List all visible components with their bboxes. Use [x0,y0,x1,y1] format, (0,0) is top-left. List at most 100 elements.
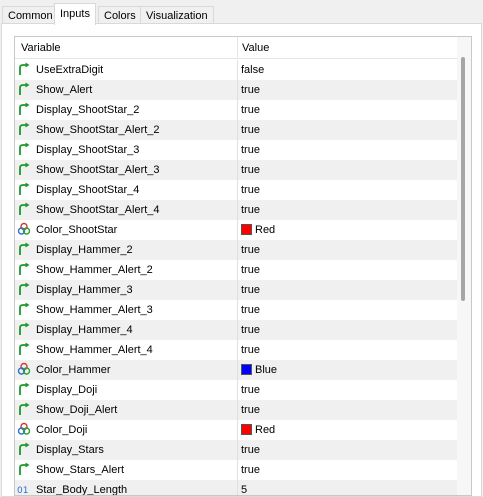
value-cell[interactable]: true [241,200,260,220]
green-arrow-icon [17,402,31,416]
table-row[interactable]: Display_Hammer_2 true [15,240,457,260]
value-cell[interactable]: false [241,60,264,80]
value-cell[interactable]: true [241,460,260,480]
value-cell[interactable]: true [241,340,260,360]
value-cell[interactable]: 5 [241,480,247,495]
value-cell[interactable]: true [241,80,260,100]
tab-colors[interactable]: Colors [98,6,142,24]
variable-cell[interactable]: Show_Hammer_Alert_2 [17,260,237,280]
variable-cell[interactable]: Display_Doji [17,380,237,400]
variable-name: Display_Hammer_4 [36,324,133,336]
value-cell[interactable]: true [241,160,260,180]
variable-name: Show_Doji_Alert [36,404,118,416]
value-text: true [241,204,260,216]
column-divider[interactable] [237,37,238,59]
variable-cell[interactable]: Color_Hammer [17,360,237,380]
value-cell[interactable]: true [241,380,260,400]
value-cell[interactable]: Red [241,220,275,240]
variable-cell[interactable]: Color_Doji [17,420,237,440]
value-cell[interactable]: true [241,180,260,200]
table-row[interactable]: Display_Stars true [15,440,457,460]
variable-cell[interactable]: Show_ShootStar_Alert_2 [17,120,237,140]
table-row[interactable]: Show_Alert true [15,80,457,100]
variable-cell[interactable]: Show_ShootStar_Alert_4 [17,200,237,220]
table-row[interactable]: UseExtraDigit false [15,60,457,80]
value-cell[interactable]: true [241,300,260,320]
variable-name: Display_Stars [36,444,104,456]
inputs-panel: Variable Value UseExtraDigit false Show_Al… [1,23,482,497]
cell-divider [237,180,238,200]
value-cell[interactable]: true [241,400,260,420]
variable-column-header[interactable]: Variable [21,42,61,54]
green-arrow-icon [17,302,31,316]
color-circles-icon [17,362,31,376]
value-cell[interactable]: true [241,240,260,260]
value-text: true [241,404,260,416]
table-row[interactable]: Show_ShootStar_Alert_4 true [15,200,457,220]
tab-common[interactable]: Common [2,6,59,24]
cell-divider [237,440,238,460]
value-cell[interactable]: true [241,320,260,340]
variable-cell[interactable]: Display_ShootStar_4 [17,180,237,200]
value-cell[interactable]: true [241,120,260,140]
variable-cell[interactable]: Color_ShootStar [17,220,237,240]
number-icon: 01 [17,482,31,495]
table-row[interactable]: Show_ShootStar_Alert_3 true [15,160,457,180]
variable-cell[interactable]: Show_ShootStar_Alert_3 [17,160,237,180]
value-cell[interactable]: true [241,140,260,160]
table-row[interactable]: Show_Hammer_Alert_3 true [15,300,457,320]
table-row[interactable]: 01 Star_Body_Length 5 [15,480,457,495]
table-row[interactable]: Display_Hammer_3 true [15,280,457,300]
scrollbar-thumb[interactable] [461,57,465,301]
variable-cell[interactable]: UseExtraDigit [17,60,237,80]
cell-divider [237,120,238,140]
value-text: true [241,324,260,336]
value-cell[interactable]: true [241,440,260,460]
vertical-scrollbar[interactable] [457,37,471,495]
table-row[interactable]: Show_Doji_Alert true [15,400,457,420]
variable-name: Show_Hammer_Alert_4 [36,344,153,356]
variable-cell[interactable]: Display_Stars [17,440,237,460]
value-text: Blue [255,364,278,376]
table-row[interactable]: Display_Hammer_4 true [15,320,457,340]
value-text: true [241,304,260,316]
tab-visualization[interactable]: Visualization [140,6,214,24]
table-row[interactable]: Show_ShootStar_Alert_2 true [15,120,457,140]
table-row[interactable]: Display_ShootStar_3 true [15,140,457,160]
table-row[interactable]: Show_Hammer_Alert_2 true [15,260,457,280]
table-row[interactable]: Display_Doji true [15,380,457,400]
variable-cell[interactable]: 01 Star_Body_Length [17,480,237,495]
grid-rows: UseExtraDigit false Show_Alert true Display_… [15,60,457,495]
green-arrow-icon [17,322,31,336]
value-column-header[interactable]: Value [242,42,269,54]
table-row[interactable]: Color_Hammer Blue [15,360,457,380]
cell-divider [237,260,238,280]
table-row[interactable]: Display_ShootStar_4 true [15,180,457,200]
variable-cell[interactable]: Display_ShootStar_2 [17,100,237,120]
table-row[interactable]: Color_Doji Red [15,420,457,440]
variable-cell[interactable]: Display_Hammer_2 [17,240,237,260]
variable-cell[interactable]: Display_Hammer_4 [17,320,237,340]
variable-cell[interactable]: Show_Doji_Alert [17,400,237,420]
variable-name: Show_Hammer_Alert_3 [36,304,153,316]
variable-cell[interactable]: Show_Hammer_Alert_3 [17,300,237,320]
value-cell[interactable]: Blue [241,360,277,380]
value-cell[interactable]: true [241,100,260,120]
variable-cell[interactable]: Show_Stars_Alert [17,460,237,480]
green-arrow-icon [17,262,31,276]
table-row[interactable]: Display_ShootStar_2 true [15,100,457,120]
variable-cell[interactable]: Show_Alert [17,80,237,100]
green-arrow-icon [17,142,31,156]
tab-inputs[interactable]: Inputs [54,3,96,25]
table-row[interactable]: Color_ShootStar Red [15,220,457,240]
value-cell[interactable]: true [241,280,260,300]
value-text: true [241,264,260,276]
green-arrow-icon [17,242,31,256]
table-row[interactable]: Show_Hammer_Alert_4 true [15,340,457,360]
value-cell[interactable]: Red [241,420,275,440]
variable-cell[interactable]: Display_ShootStar_3 [17,140,237,160]
variable-cell[interactable]: Show_Hammer_Alert_4 [17,340,237,360]
variable-cell[interactable]: Display_Hammer_3 [17,280,237,300]
value-cell[interactable]: true [241,260,260,280]
table-row[interactable]: Show_Stars_Alert true [15,460,457,480]
